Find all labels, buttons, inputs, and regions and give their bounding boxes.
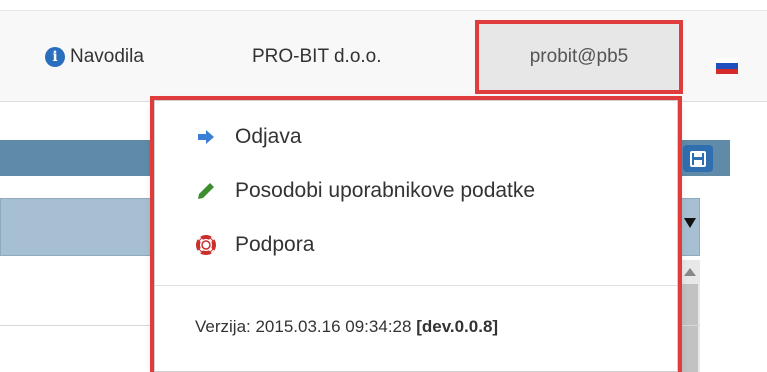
- dropdown-highlight: [150, 96, 682, 372]
- dropdown-caret-icon[interactable]: [684, 218, 696, 228]
- scroll-up-icon[interactable]: [684, 268, 696, 276]
- help-link[interactable]: i Navodila: [45, 11, 144, 102]
- company-label: PRO-BIT d.o.o.: [252, 45, 382, 67]
- screen: i Navodila PRO-BIT d.o.o. probit@pb5 Odj…: [0, 0, 767, 372]
- user-menu-highlight: [475, 20, 683, 94]
- help-label: Navodila: [70, 45, 144, 67]
- top-navbar: i Navodila PRO-BIT d.o.o. probit@pb5: [0, 10, 767, 102]
- company-link[interactable]: PRO-BIT d.o.o.: [252, 11, 382, 102]
- scroll-thumb[interactable]: [682, 284, 698, 372]
- floppy-disk-icon: [690, 150, 706, 167]
- slovenian-flag-icon[interactable]: [716, 58, 738, 74]
- save-icon[interactable]: [683, 145, 713, 172]
- info-icon: i: [45, 46, 65, 67]
